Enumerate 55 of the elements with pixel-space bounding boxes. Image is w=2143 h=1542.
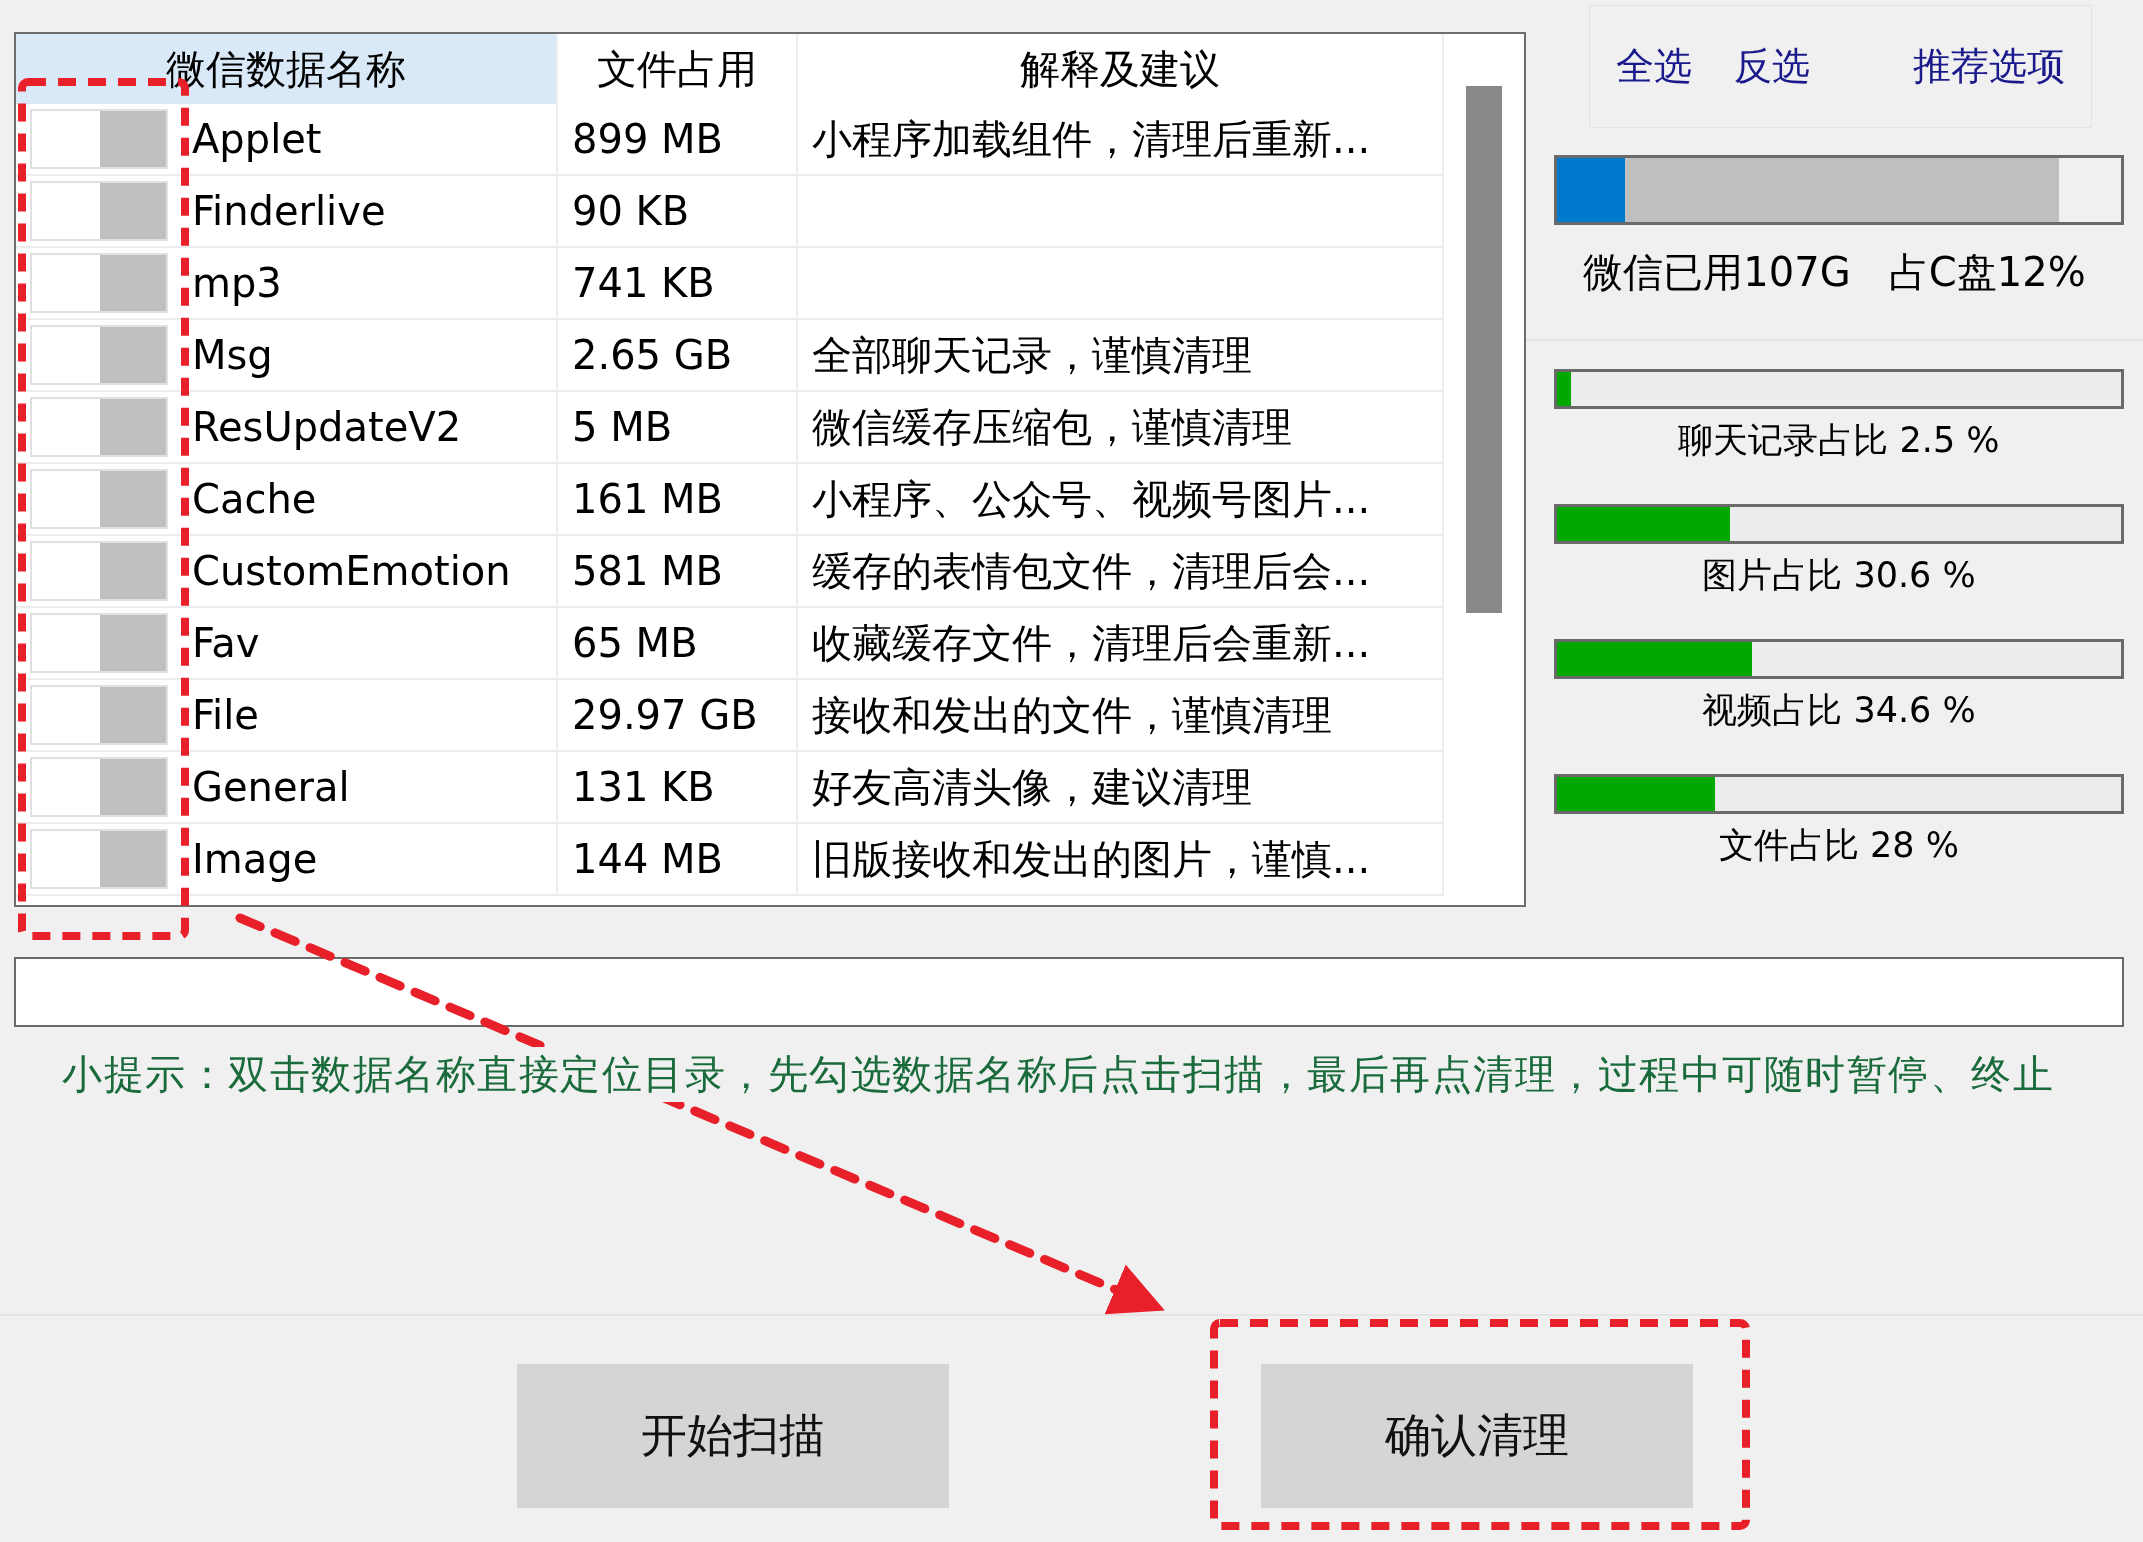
table-cell[interactable]: File [192, 692, 259, 738]
table-cell: 161 MB [558, 464, 798, 536]
toggle-switch[interactable] [30, 613, 168, 673]
table-cell: 小程序、公众号、视频号图片... [798, 464, 1444, 536]
table-cell: 5 MB [558, 392, 798, 464]
toggle-switch[interactable] [30, 181, 168, 241]
progress-label: 图片占比 30.6 % [1701, 554, 1977, 597]
toggle-switch[interactable] [30, 541, 168, 601]
table-cell: 微信缓存压缩包，谨慎清理 [798, 392, 1444, 464]
status-field[interactable] [14, 957, 2124, 1027]
table-cell: 收藏缓存文件，清理后会重新... [798, 608, 1444, 680]
progress-label: 视频占比 34.6 % [1701, 689, 1977, 732]
toggle-switch[interactable] [30, 829, 168, 889]
table-cell: 144 MB [558, 824, 798, 896]
hint-text: 小提示：双击数据名称直接定位目录，先勾选数据名称后点击扫描，最后再点清理，过程中可随时暂停、终止 [62, 1047, 2054, 1102]
scrollbar-thumb[interactable] [1466, 86, 1502, 613]
toggle-switch[interactable] [30, 685, 168, 745]
table-cell: 741 KB [558, 248, 798, 320]
toggle-switch[interactable] [30, 253, 168, 313]
progress-label: 聊天记录占比 2.5 % [1677, 419, 2001, 462]
table-cell: 好友高清头像，建议清理 [798, 752, 1444, 824]
table-cell[interactable]: Image [192, 836, 318, 882]
action-button[interactable]: 开始扫描 [516, 1364, 949, 1508]
toggle-switch[interactable] [30, 757, 168, 817]
table-cell[interactable]: Cache [192, 476, 317, 522]
toggle-switch[interactable] [30, 397, 168, 457]
table-cell: 581 MB [558, 536, 798, 608]
table-cell: 缓存的表情包文件，清理后会... [798, 536, 1444, 608]
table-cell: 90 KB [558, 176, 798, 248]
table-cell: 全部聊天记录，谨慎清理 [798, 320, 1444, 392]
table-cell[interactable]: Msg [192, 332, 273, 378]
table-cell[interactable]: General [192, 764, 350, 810]
table-cell[interactable]: Finderlive [192, 188, 386, 234]
table-cell: 小程序加载组件，清理后重新... [798, 104, 1444, 176]
progress-label: 文件占比 28 % [1717, 824, 1960, 867]
table-cell: 接收和发出的文件，谨慎清理 [798, 680, 1444, 752]
table-cell[interactable]: CustomEmotion [192, 548, 511, 594]
table-cell: 2.65 GB [558, 320, 798, 392]
table-cell: 899 MB [558, 104, 798, 176]
table-cell: 131 KB [558, 752, 798, 824]
select-link[interactable]: 反选 [1734, 41, 1810, 92]
select-link[interactable]: 全选 [1616, 41, 1692, 92]
action-button[interactable]: 确认清理 [1260, 1364, 1693, 1508]
toggle-switch[interactable] [30, 469, 168, 529]
toggle-switch[interactable] [30, 325, 168, 385]
table-cell: 29.97 GB [558, 680, 798, 752]
table-cell[interactable]: Applet [192, 116, 322, 162]
select-link[interactable]: 推荐选项 [1913, 41, 2065, 92]
table-cell[interactable]: mp3 [192, 260, 282, 306]
usage-caption: 微信已用107G 占C盘12% [1582, 248, 2087, 297]
table-cell: 65 MB [558, 608, 798, 680]
table-cell[interactable]: Fav [192, 620, 260, 666]
table-cell: 旧版接收和发出的图片，谨慎... [798, 824, 1444, 896]
toggle-switch[interactable] [30, 109, 168, 169]
table-cell[interactable]: ResUpdateV2 [192, 404, 462, 450]
